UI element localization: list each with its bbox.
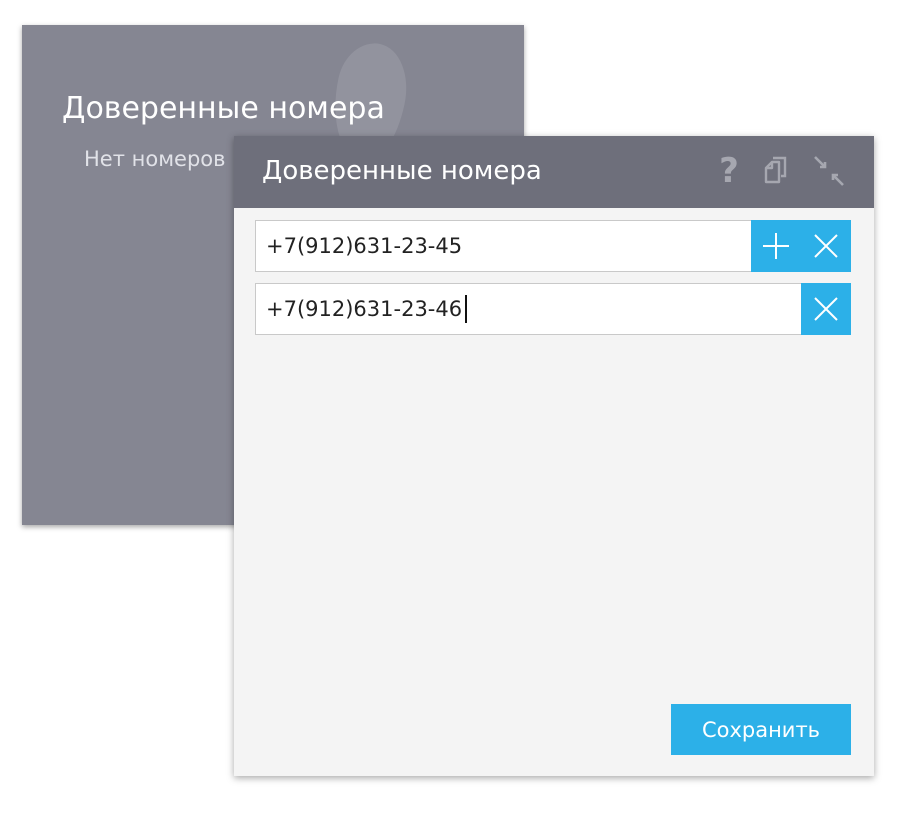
remove-phone-button[interactable] <box>801 220 851 272</box>
remove-phone-button[interactable] <box>801 283 851 335</box>
dialog-title: Доверенные номера <box>262 156 542 186</box>
stage: Доверенные номера Нет номеров Доверенные… <box>0 0 900 820</box>
phone-input[interactable] <box>255 220 752 272</box>
save-button[interactable]: Сохранить <box>671 704 851 755</box>
help-icon[interactable]: ? <box>710 152 748 190</box>
background-panel-empty-text: Нет номеров <box>84 147 226 171</box>
text-caret <box>465 295 467 323</box>
trusted-numbers-dialog: Доверенные номера ? +7(912)631-23-45 +7(… <box>234 136 874 776</box>
copy-icon[interactable] <box>758 152 796 190</box>
add-phone-button[interactable] <box>751 220 801 272</box>
phone-row <box>255 283 851 335</box>
dialog-header: Доверенные номера ? <box>234 136 874 208</box>
plus-icon <box>763 233 789 259</box>
phone-row <box>255 220 851 272</box>
background-panel-title: Доверенные номера <box>62 91 385 126</box>
close-icon <box>814 234 838 258</box>
close-icon <box>814 297 838 321</box>
phone-input[interactable] <box>255 283 802 335</box>
collapse-icon[interactable] <box>810 152 848 190</box>
